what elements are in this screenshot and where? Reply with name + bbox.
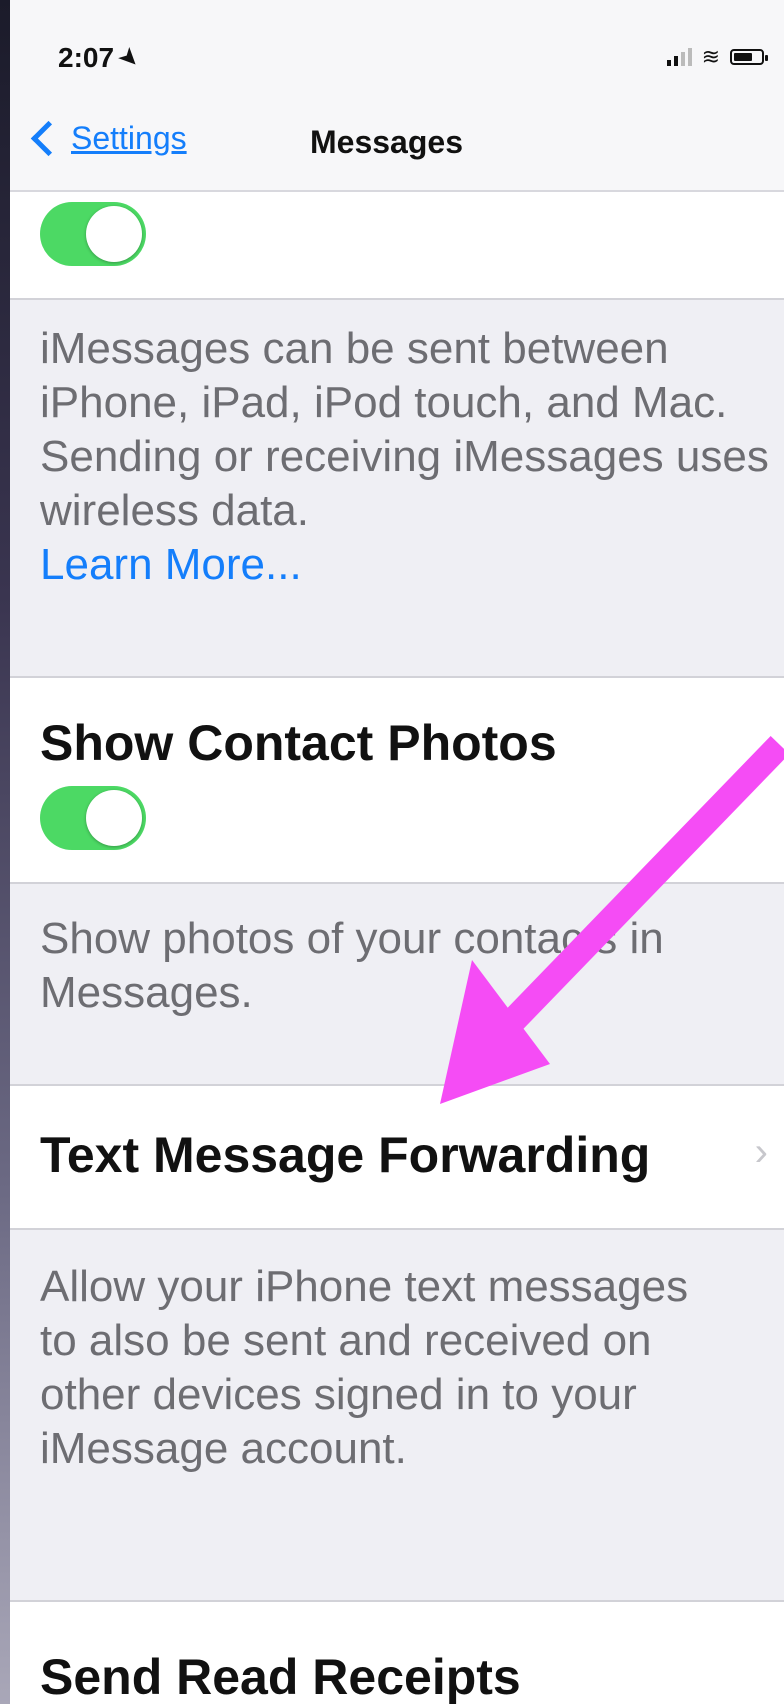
learn-more-link[interactable]: Learn More... <box>40 538 770 592</box>
navigation-bar: Settings Messages <box>10 100 784 192</box>
show-contact-photos-footer: Show photos of your contacts in Messages… <box>40 914 664 1017</box>
show-contact-photos-toggle[interactable] <box>40 786 146 850</box>
chevron-left-icon <box>30 120 67 157</box>
chevron-right-icon: › <box>754 1130 768 1174</box>
send-read-receipts-cell: Send Read Receipts <box>10 1602 784 1704</box>
cellular-signal-icon <box>666 48 692 66</box>
divider <box>10 1228 784 1230</box>
text-forwarding-footer: Allow your iPhone text messages to also … <box>40 1262 689 1473</box>
toggle-knob <box>86 206 142 262</box>
send-read-receipts-label: Send Read Receipts <box>40 1649 521 1704</box>
imessage-toggle[interactable] <box>40 202 146 266</box>
device-edge <box>0 0 10 1704</box>
imessage-cell <box>10 192 784 298</box>
location-arrow-icon: ➤ <box>114 42 145 74</box>
battery-icon <box>730 49 768 65</box>
back-button-label: Settings <box>71 120 187 156</box>
imessage-footer: iMessages can be sent between iPhone, iP… <box>40 322 770 592</box>
status-time: 2:07 <box>58 42 115 73</box>
back-button[interactable]: Settings <box>30 120 187 157</box>
wifi-icon: ≋ <box>701 44 720 69</box>
toggle-knob <box>86 790 142 846</box>
status-bar: 2:07 ➤ ≋ <box>10 0 784 100</box>
screen: 2:07 ➤ ≋ Settings Messages iMessages can… <box>10 0 784 1704</box>
show-contact-photos-cell: Show Contact Photos <box>10 678 784 882</box>
divider <box>10 882 784 884</box>
page-title: Messages <box>310 124 463 160</box>
status-time-group: 2:07 ➤ <box>58 42 145 74</box>
text-message-forwarding-cell[interactable]: Text Message Forwarding › <box>10 1086 784 1228</box>
status-icons: ≋ <box>666 44 768 69</box>
imessage-footer-text: iMessages can be sent between iPhone, iP… <box>40 324 769 535</box>
device-frame: 2:07 ➤ ≋ Settings Messages iMessages can… <box>0 0 784 1704</box>
divider <box>10 298 784 300</box>
show-contact-photos-label: Show Contact Photos <box>40 715 557 771</box>
text-message-forwarding-label: Text Message Forwarding <box>40 1127 651 1183</box>
